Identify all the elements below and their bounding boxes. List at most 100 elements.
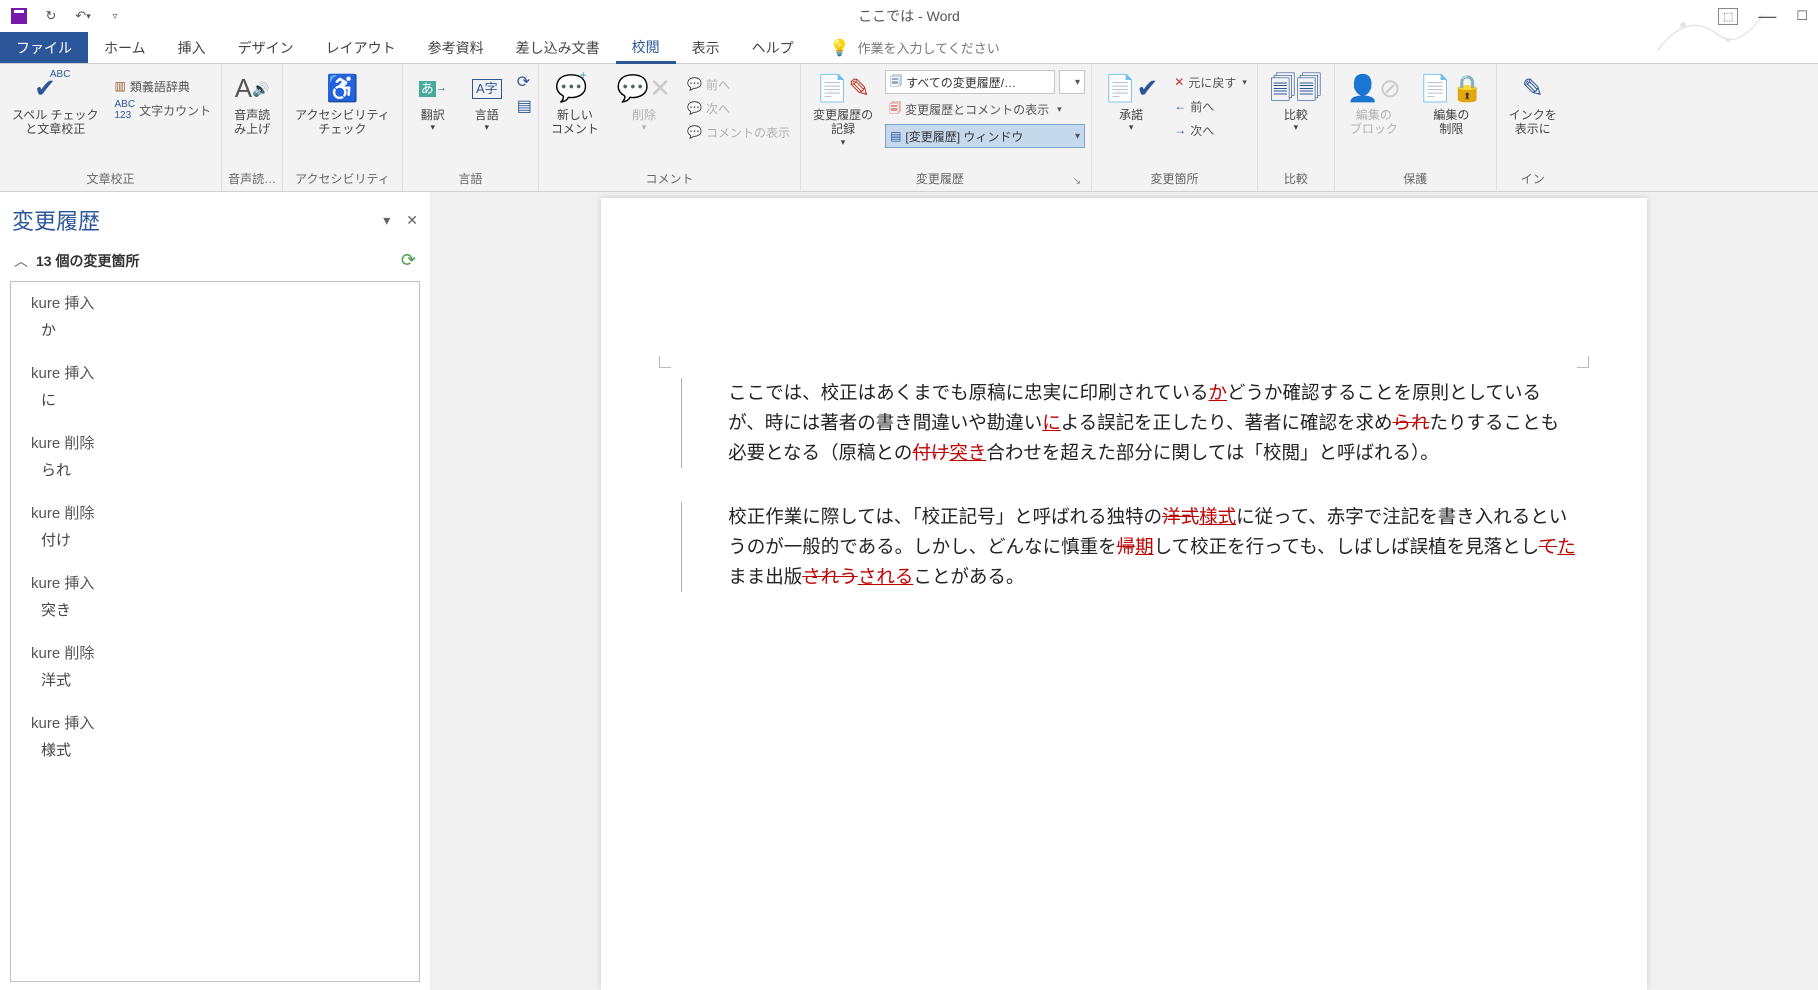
revision-item[interactable]: kure 削除付け bbox=[31, 502, 399, 550]
word-count-button[interactable]: ABC123文字カウント bbox=[111, 98, 216, 122]
inserted-text: 突き bbox=[949, 442, 986, 463]
save-button[interactable] bbox=[8, 5, 30, 27]
prev-change-button[interactable]: ←前へ bbox=[1170, 94, 1251, 118]
revision-item[interactable]: kure 挿入か bbox=[31, 292, 399, 340]
revisions-list[interactable]: kure 挿入か kure 挿入に kure 削除られ kure 削除付け ku… bbox=[10, 281, 420, 982]
tab-view[interactable]: 表示 bbox=[676, 32, 736, 63]
spell-check-button[interactable]: ✔ABC スペル チェック と文章校正 bbox=[6, 68, 105, 141]
ribbon-tabs: ファイル ホーム 挿入 デザイン レイアウト 参考資料 差し込み文書 校閲 表示… bbox=[0, 32, 1818, 64]
language-icon: A字 bbox=[472, 72, 502, 106]
reviewing-pane-button[interactable]: ▤ [変更履歴] ウィンドウ ▾ bbox=[885, 124, 1085, 148]
reject-button[interactable]: ✕元に戻す▾ bbox=[1170, 70, 1251, 94]
accessibility-check-button[interactable]: ♿ アクセシビリティ チェック bbox=[289, 68, 396, 141]
tab-layout[interactable]: レイアウト bbox=[310, 32, 412, 63]
hide-ink-button[interactable]: ✎ インクを 表示に bbox=[1503, 68, 1563, 141]
compare-button[interactable]: 🗐🗐 比較▾ bbox=[1264, 68, 1328, 137]
paragraph: ここでは、校正はあくまでも原稿に忠実に印刷されているかどうか確認することを原則と… bbox=[681, 378, 1577, 468]
prev-comment-button[interactable]: 💬前へ bbox=[683, 72, 794, 96]
bulb-icon: 💡 bbox=[830, 38, 850, 58]
new-comment-icon: 💬+ bbox=[555, 72, 594, 106]
tracking-launcher[interactable]: ↘ bbox=[1073, 176, 1081, 187]
minimize-button[interactable]: — bbox=[1758, 6, 1776, 27]
ribbon-display-options[interactable]: ⬚ bbox=[1718, 8, 1738, 25]
show-markup-icon: 🗐 bbox=[889, 99, 901, 120]
track-changes-icon: 📄✎ bbox=[816, 72, 870, 106]
spell-icon: ✔ABC bbox=[34, 72, 76, 106]
paragraph-text[interactable]: 校正作業に際しては、「校正記号」と呼ばれる独特の洋式様式に従って、赤字で注記を書… bbox=[728, 502, 1577, 592]
accept-button[interactable]: 📄✔ 承諾▾ bbox=[1098, 68, 1164, 137]
deleted-text: 洋式 bbox=[1162, 506, 1199, 527]
group-proofing: ✔ABC スペル チェック と文章校正 ▥類義語辞典 ABC123文字カウント … bbox=[0, 64, 222, 191]
deleted-text: 付け bbox=[912, 442, 949, 463]
collapse-icon[interactable]: ︿ bbox=[14, 251, 28, 271]
tab-design[interactable]: デザイン bbox=[222, 32, 310, 63]
tab-home[interactable]: ホーム bbox=[88, 32, 162, 63]
track-changes-button[interactable]: 📄✎ 変更履歴の 記録▾ bbox=[807, 68, 879, 152]
markup-icon: 🗐 bbox=[890, 72, 902, 93]
pane-options-button[interactable]: ▾ bbox=[383, 212, 390, 229]
tab-review[interactable]: 校閲 bbox=[616, 32, 676, 64]
change-bar bbox=[681, 502, 682, 592]
group-ink: ✎ インクを 表示に イン bbox=[1497, 64, 1569, 191]
group-changes: 📄✔ 承諾▾ ✕元に戻す▾ ←前へ →次へ 変更箇所 bbox=[1092, 64, 1258, 191]
revisions-pane-header: 変更履歴 ▾ ✕ bbox=[10, 200, 420, 246]
ime-settings-icon[interactable]: ▤ bbox=[517, 96, 532, 116]
compare-icon: 🗐🗐 bbox=[1270, 72, 1322, 106]
maximize-button[interactable]: ☐ bbox=[1796, 8, 1808, 24]
refresh-button[interactable]: ↻ bbox=[40, 5, 62, 27]
revision-item[interactable]: kure 挿入様式 bbox=[31, 712, 399, 760]
tab-file[interactable]: ファイル bbox=[0, 32, 88, 63]
quick-access-toolbar: ↻ ↶ ▾ ▿ bbox=[8, 5, 126, 27]
group-accessibility: ♿ アクセシビリティ チェック アクセシビリティ bbox=[283, 64, 403, 191]
next-comment-button[interactable]: 💬次へ bbox=[683, 96, 794, 120]
revision-item[interactable]: kure 挿入に bbox=[31, 362, 399, 410]
delete-comment-icon: 💬✕ bbox=[617, 72, 671, 106]
qat-customize[interactable]: ▿ bbox=[104, 5, 126, 27]
margin-corner-tl bbox=[659, 356, 671, 368]
deleted-text: 帰 bbox=[1117, 536, 1136, 557]
refresh-button[interactable]: ⟳ bbox=[401, 250, 416, 271]
group-compare: 🗐🗐 比較▾ 比較 bbox=[1258, 64, 1335, 191]
inserted-text: に bbox=[1042, 412, 1061, 433]
page[interactable]: ここでは、校正はあくまでも原稿に忠実に印刷されているかどうか確認することを原則と… bbox=[601, 198, 1647, 990]
deleted-text: て bbox=[1539, 536, 1558, 557]
show-markup-button[interactable]: 🗐変更履歴とコメントの表示▾ bbox=[885, 97, 1085, 121]
pane-icon: ▤ bbox=[890, 129, 901, 143]
window-title: ここでは - Word bbox=[858, 6, 960, 26]
revision-item[interactable]: kure 削除洋式 bbox=[31, 642, 399, 690]
document-area[interactable]: ここでは、校正はあくまでも原稿に忠実に印刷されているかどうか確認することを原則と… bbox=[430, 192, 1818, 990]
deleted-text: られ bbox=[1392, 412, 1429, 433]
display-for-review-dropdown[interactable]: 🗐 すべての変更履歴/… bbox=[885, 70, 1055, 94]
next-change-button[interactable]: →次へ bbox=[1170, 118, 1251, 142]
new-comment-button[interactable]: 💬+ 新しい コメント bbox=[545, 68, 605, 141]
revision-item[interactable]: kure 挿入突き bbox=[31, 572, 399, 620]
paragraph-text[interactable]: ここでは、校正はあくまでも原稿に忠実に印刷されているかどうか確認することを原則と… bbox=[728, 378, 1577, 468]
tab-help[interactable]: ヘルプ bbox=[736, 32, 810, 63]
paragraph: 校正作業に際しては、「校正記号」と呼ばれる独特の洋式様式に従って、赤字で注記を書… bbox=[681, 502, 1577, 592]
tab-mailings[interactable]: 差し込み文書 bbox=[500, 32, 616, 63]
display-dropdown-arrow[interactable]: ▾ bbox=[1059, 70, 1085, 94]
restrict-editing-button[interactable]: 📄🔒 編集の 制限 bbox=[1413, 68, 1490, 141]
delete-comment-button[interactable]: 💬✕ 削除▾ bbox=[611, 68, 677, 137]
update-ime-icon[interactable]: ⟳ bbox=[517, 72, 532, 92]
revision-item[interactable]: kure 削除られ bbox=[31, 432, 399, 480]
accessibility-icon: ♿ bbox=[326, 72, 358, 106]
tab-insert[interactable]: 挿入 bbox=[162, 32, 222, 63]
undo-button[interactable]: ↶ ▾ bbox=[72, 5, 94, 27]
pane-close-button[interactable]: ✕ bbox=[406, 212, 418, 229]
revisions-summary: ︿ 13 個の変更箇所 ⟳ bbox=[10, 246, 420, 281]
tell-me-search[interactable]: 💡 作業を入力してください bbox=[830, 32, 1000, 63]
group-protect: 👤⊘ 編集の ブロック 📄🔒 編集の 制限 保護 bbox=[1335, 64, 1497, 191]
count-icon: ABC123 bbox=[115, 99, 136, 121]
group-language: あ→ 翻訳▾ A字 言語▾ ⟳ ▤ 言語 bbox=[403, 64, 539, 191]
inserted-text: される bbox=[858, 566, 914, 587]
read-aloud-button[interactable]: A🔊 音声読 み上げ bbox=[228, 68, 276, 141]
thesaurus-button[interactable]: ▥類義語辞典 bbox=[111, 74, 216, 98]
language-button[interactable]: A字 言語▾ bbox=[463, 68, 511, 137]
margin-corner-tr bbox=[1577, 356, 1589, 368]
block-authors-button[interactable]: 👤⊘ 編集の ブロック bbox=[1341, 68, 1407, 141]
workspace: 変更履歴 ▾ ✕ ︿ 13 個の変更箇所 ⟳ kure 挿入か kure 挿入に… bbox=[0, 192, 1818, 990]
show-comments-button[interactable]: 💬コメントの表示 bbox=[683, 120, 794, 144]
tab-references[interactable]: 参考資料 bbox=[412, 32, 500, 63]
translate-button[interactable]: あ→ 翻訳▾ bbox=[409, 68, 457, 137]
